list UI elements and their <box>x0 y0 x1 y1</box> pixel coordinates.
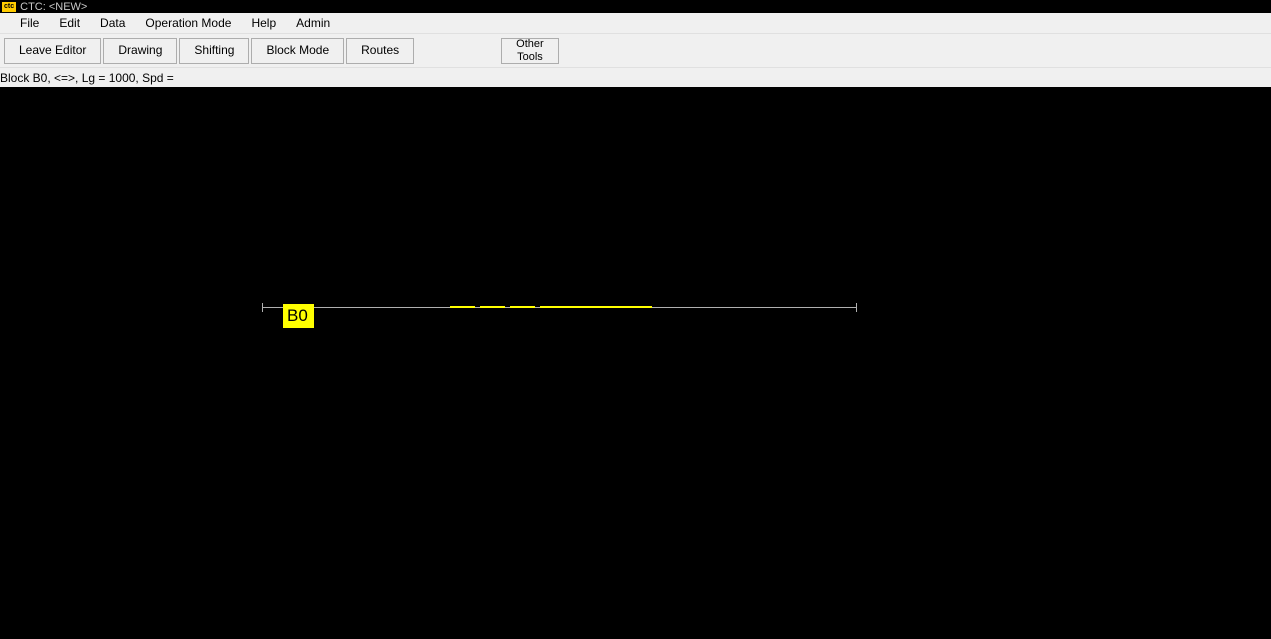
status-bar: Block B0, <=>, Lg = 1000, Spd = <box>0 67 1271 87</box>
track-highlight-segment <box>450 306 475 308</box>
block-mode-button[interactable]: Block Mode <box>251 38 344 64</box>
track-end-tick-right <box>856 303 857 312</box>
window-title: CTC: <NEW> <box>20 1 87 13</box>
other-tools-button[interactable]: Other Tools <box>501 38 559 64</box>
track-highlight-segment <box>540 306 652 308</box>
status-text: Block B0, <=>, Lg = 1000, Spd = <box>0 71 174 85</box>
window-titlebar: ctc CTC: <NEW> <box>0 0 1271 13</box>
menu-operation-mode[interactable]: Operation Mode <box>135 13 241 33</box>
routes-button[interactable]: Routes <box>346 38 414 64</box>
menu-help[interactable]: Help <box>241 13 286 33</box>
shifting-button[interactable]: Shifting <box>179 38 249 64</box>
track-end-tick-left <box>262 303 263 312</box>
leave-editor-button[interactable]: Leave Editor <box>4 38 101 64</box>
menu-file[interactable]: File <box>10 13 49 33</box>
menu-data[interactable]: Data <box>90 13 135 33</box>
track-highlight-segment <box>480 306 505 308</box>
menu-admin[interactable]: Admin <box>286 13 340 33</box>
menubar: File Edit Data Operation Mode Help Admin <box>0 13 1271 34</box>
track-highlight-segment <box>510 306 535 308</box>
block-label[interactable]: B0 <box>283 304 314 328</box>
drawing-button[interactable]: Drawing <box>103 38 177 64</box>
app-icon: ctc <box>2 2 16 12</box>
toolbar: Leave Editor Drawing Shifting Block Mode… <box>0 34 1271 67</box>
track-canvas[interactable]: B0 <box>0 87 1271 639</box>
menu-edit[interactable]: Edit <box>49 13 90 33</box>
